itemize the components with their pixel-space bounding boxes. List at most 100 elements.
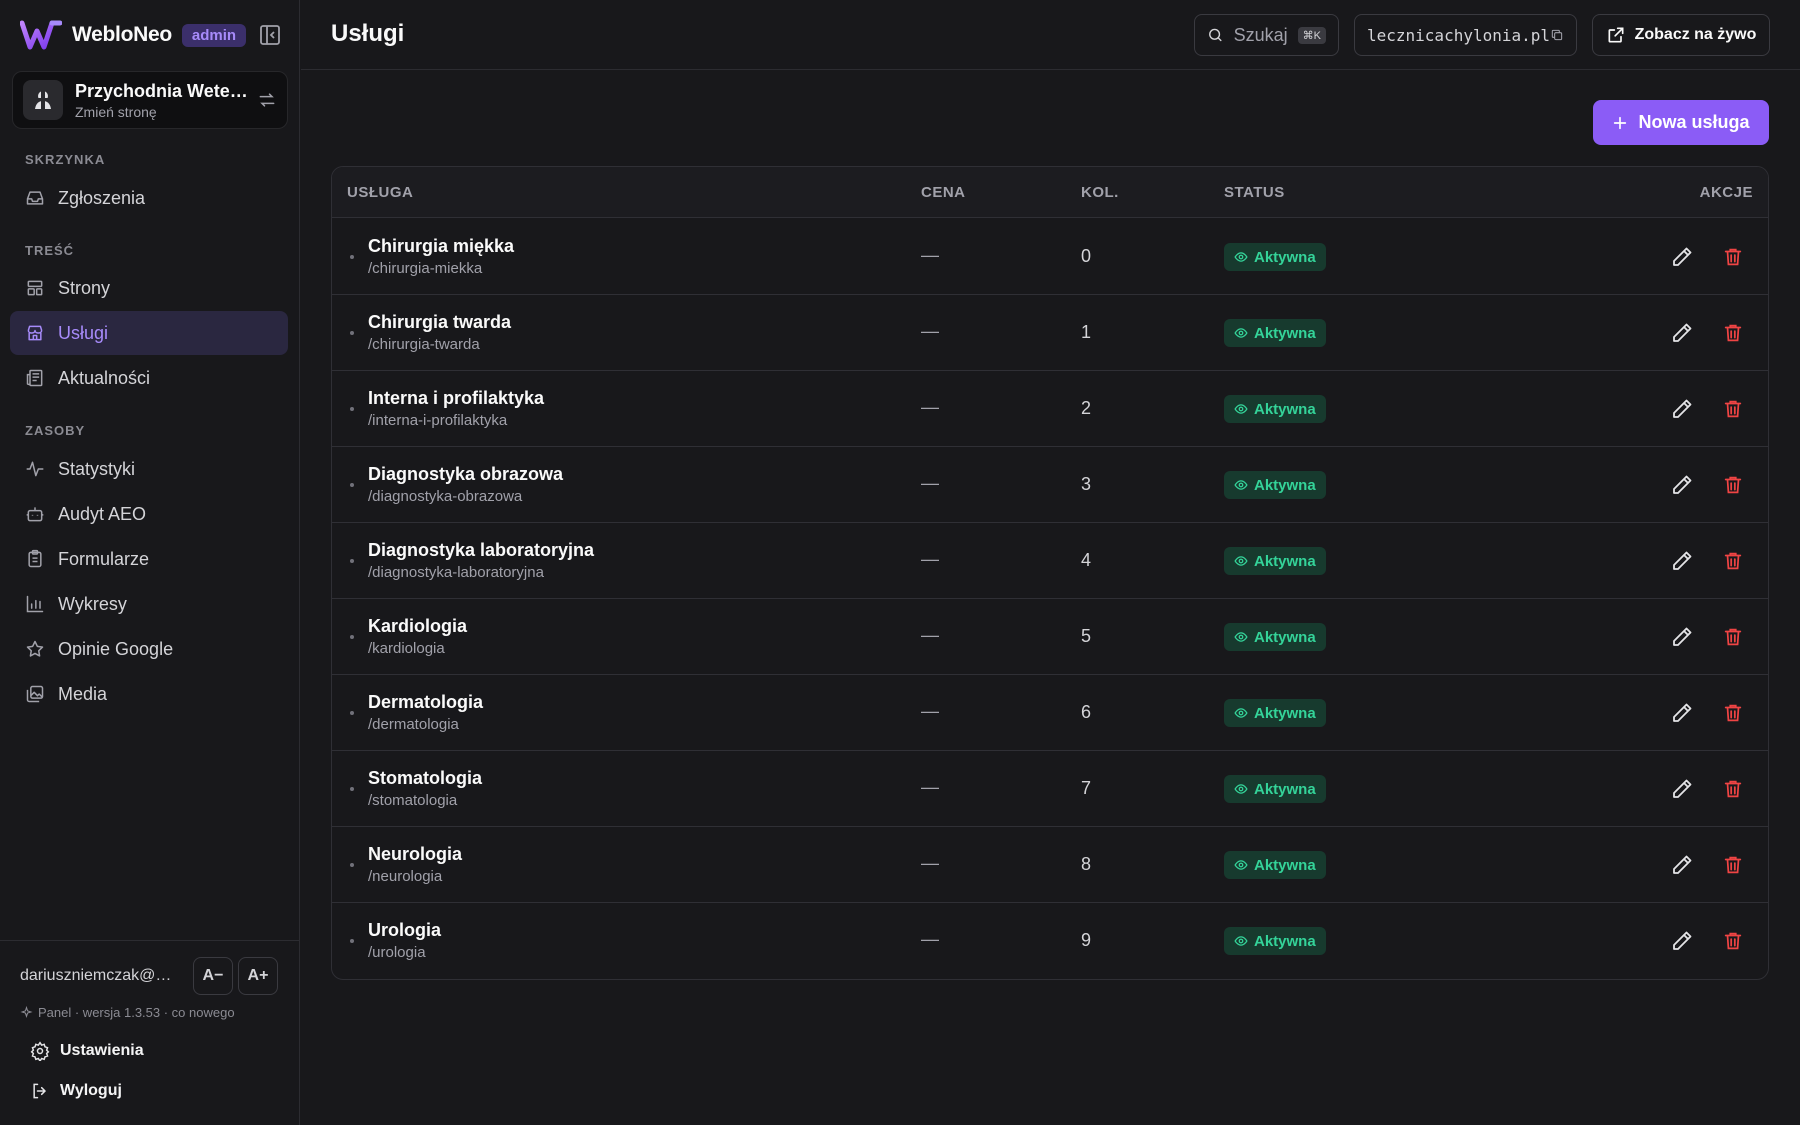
edit-button[interactable] [1670,701,1694,725]
drag-handle-icon[interactable] [350,331,354,335]
logout-link[interactable]: Wyloguj [30,1081,122,1101]
eye-icon [1234,936,1248,946]
delete-button[interactable] [1722,777,1744,801]
table-row[interactable]: Kardiologia/kardiologia — 5 Aktywna [332,599,1768,675]
service-name[interactable]: Interna i profilaktyka [368,388,544,409]
service-name[interactable]: Diagnostyka laboratoryjna [368,540,594,561]
edit-button[interactable] [1670,321,1694,345]
service-name[interactable]: Diagnostyka obrazowa [368,464,563,485]
delete-button[interactable] [1722,929,1744,953]
drag-handle-icon[interactable] [350,863,354,867]
delete-button[interactable] [1722,473,1744,497]
sidebar-item-media[interactable]: Media [10,672,288,716]
edit-button[interactable] [1670,397,1694,421]
sidebar-item-label: Media [58,683,108,704]
search-label: Szukaj [1233,24,1288,45]
sidebar-item-services[interactable]: Usługi [10,311,288,355]
table-row[interactable]: Urologia/urologia — 9 Aktywna [332,903,1768,979]
column-order[interactable]: KOL. [1081,184,1119,201]
sidebar-item-reviews[interactable]: Opinie Google [10,627,288,671]
edit-button[interactable] [1670,929,1694,953]
table-row[interactable]: Neurologia/neurologia — 8 Aktywna [332,827,1768,903]
column-status[interactable]: STATUS [1224,184,1285,201]
domain-text: lecznicachylonia.pl [1367,25,1551,45]
view-live-button[interactable]: Zobacz na żywo [1592,14,1770,56]
drag-handle-icon[interactable] [350,939,354,943]
webloneo-logo-icon[interactable] [20,19,62,51]
table-row[interactable]: Interna i profilaktyka/interna-i-profila… [332,371,1768,447]
eye-icon [1234,556,1248,566]
trash-icon [1724,704,1742,722]
sidebar-item-forms[interactable]: Formularze [10,537,288,581]
delete-button[interactable] [1722,245,1744,269]
role-badge: admin [181,23,247,47]
delete-button[interactable] [1722,397,1744,421]
drag-handle-icon[interactable] [350,635,354,639]
service-order: 6 [1081,702,1092,722]
delete-button[interactable] [1722,321,1744,345]
service-name[interactable]: Stomatologia [368,768,482,789]
status-badge: Aktywna [1224,547,1326,575]
logout-icon [33,1083,47,1099]
status-badge: Aktywna [1224,851,1326,879]
drag-handle-icon[interactable] [350,255,354,259]
eye-icon [1234,708,1248,718]
status-label: Aktywna [1254,704,1316,722]
sidebar-item-audit[interactable]: Audyt AEO [10,492,288,536]
table-row[interactable]: Diagnostyka obrazowa/diagnostyka-obrazow… [332,447,1768,523]
drag-handle-icon[interactable] [350,711,354,715]
edit-button[interactable] [1670,549,1694,573]
sidebar-item-stats[interactable]: Statystyki [10,447,288,491]
delete-button[interactable] [1722,701,1744,725]
edit-button[interactable] [1670,777,1694,801]
edit-button[interactable] [1670,853,1694,877]
service-price: — [921,245,939,265]
edit-button[interactable] [1670,625,1694,649]
service-name[interactable]: Kardiologia [368,616,467,637]
service-name[interactable]: Urologia [368,920,441,941]
service-name[interactable]: Chirurgia miękka [368,236,514,257]
delete-button[interactable] [1722,853,1744,877]
page-title: Usługi [331,20,405,47]
status-label: Aktywna [1254,856,1316,874]
brand-name: WebloNeo [72,23,172,46]
service-name[interactable]: Chirurgia twarda [368,312,511,333]
copy-icon [1551,29,1563,41]
delete-button[interactable] [1722,549,1744,573]
delete-button[interactable] [1722,625,1744,649]
column-service[interactable]: USŁUGA [347,184,413,201]
site-switcher[interactable]: Przychodnia Weterynaryjna Zmień stronę [12,71,288,129]
images-icon [26,685,44,703]
font-decrease-button[interactable]: A− [193,957,233,995]
drag-handle-icon[interactable] [350,407,354,411]
font-increase-button[interactable]: A+ [238,957,278,995]
drag-handle-icon[interactable] [350,559,354,563]
edit-button[interactable] [1670,245,1694,269]
collapse-sidebar-icon[interactable] [258,23,282,47]
column-price[interactable]: CENA [921,184,966,201]
copy-domain-button[interactable]: lecznicachylonia.pl [1354,14,1577,56]
new-service-button[interactable]: Nowa usługa [1593,100,1769,145]
table-row[interactable]: Dermatologia/dermatologia — 6 Aktywna [332,675,1768,751]
nav-section-inbox: SKRZYNKA [25,152,106,167]
sidebar-item-news[interactable]: Aktualności [10,356,288,400]
status-label: Aktywna [1254,552,1316,570]
pencil-icon [1673,247,1692,266]
sidebar-item-inbox[interactable]: Zgłoszenia [10,176,288,220]
table-row[interactable]: Chirurgia twarda/chirurgia-twarda — 1 Aktyw… [332,295,1768,371]
sidebar-item-pages[interactable]: Strony [10,266,288,310]
sidebar-item-charts[interactable]: Wykresy [10,582,288,626]
table-row[interactable]: Diagnostyka laboratoryjna/diagnostyka-la… [332,523,1768,599]
settings-link[interactable]: Ustawienia [30,1041,144,1061]
eye-icon [1234,860,1248,870]
service-name[interactable]: Dermatologia [368,692,483,713]
table-row[interactable]: Stomatologia/stomatologia — 7 Aktywna [332,751,1768,827]
drag-handle-icon[interactable] [350,787,354,791]
version-info[interactable]: Panel · wersja 1.3.53 · co nowego [20,1005,235,1020]
service-name[interactable]: Neurologia [368,844,462,865]
edit-button[interactable] [1670,473,1694,497]
eye-icon [1234,480,1248,490]
search-button[interactable]: Szukaj ⌘K [1194,14,1339,56]
drag-handle-icon[interactable] [350,483,354,487]
table-row[interactable]: Chirurgia miękka/chirurgia-miekka — 0 Aktyw… [332,219,1768,295]
